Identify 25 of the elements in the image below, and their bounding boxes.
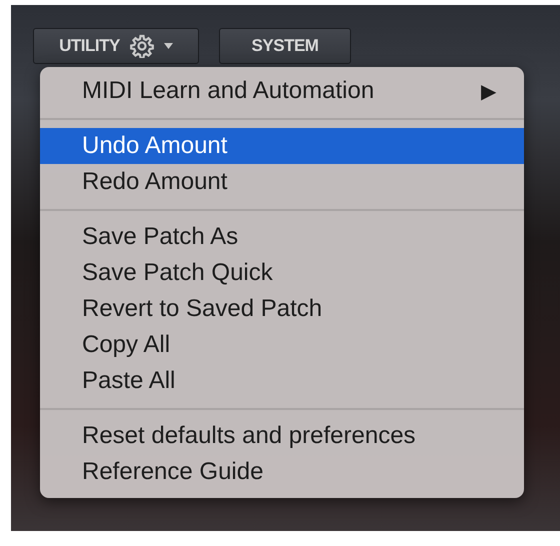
menu-item-label: Revert to Saved Patch — [82, 295, 322, 323]
menu-item[interactable]: Redo Amount — [40, 164, 524, 200]
menu-item-label: MIDI Learn and Automation — [82, 77, 374, 105]
menu-item-label: Save Patch Quick — [82, 259, 273, 287]
menu-item-label: Copy All — [82, 331, 170, 359]
menu-item[interactable]: Paste All — [40, 363, 524, 399]
menu-item[interactable]: Copy All — [40, 327, 524, 363]
menu-item-label: Redo Amount — [82, 168, 228, 196]
menu-item-label: Undo Amount — [82, 132, 228, 160]
menu-item-label: Reference Guide — [82, 458, 264, 486]
menu-item[interactable]: Undo Amount — [40, 128, 524, 164]
menu-item[interactable]: MIDI Learn and Automation ▶ — [40, 73, 524, 109]
caret-icon — [164, 43, 173, 49]
menu-item-label: Save Patch As — [82, 223, 238, 251]
menu-item[interactable]: Reset defaults and preferences — [40, 418, 524, 454]
menu-item[interactable]: Save Patch Quick — [40, 255, 524, 291]
menu-item-label: Paste All — [82, 367, 176, 395]
menu-item-label: Reset defaults and preferences — [82, 422, 416, 450]
gear-icon — [130, 34, 154, 58]
submenu-arrow: ▶ — [481, 80, 496, 104]
menu-item[interactable]: Revert to Saved Patch — [40, 291, 524, 327]
menu-item[interactable]: Save Patch As — [40, 219, 524, 255]
utility-dropdown-button[interactable]: UTILITY — [33, 28, 199, 64]
toolbar-button[interactable]: SYSTEM — [219, 28, 351, 64]
menu-item[interactable]: Reference Guide — [40, 454, 524, 490]
